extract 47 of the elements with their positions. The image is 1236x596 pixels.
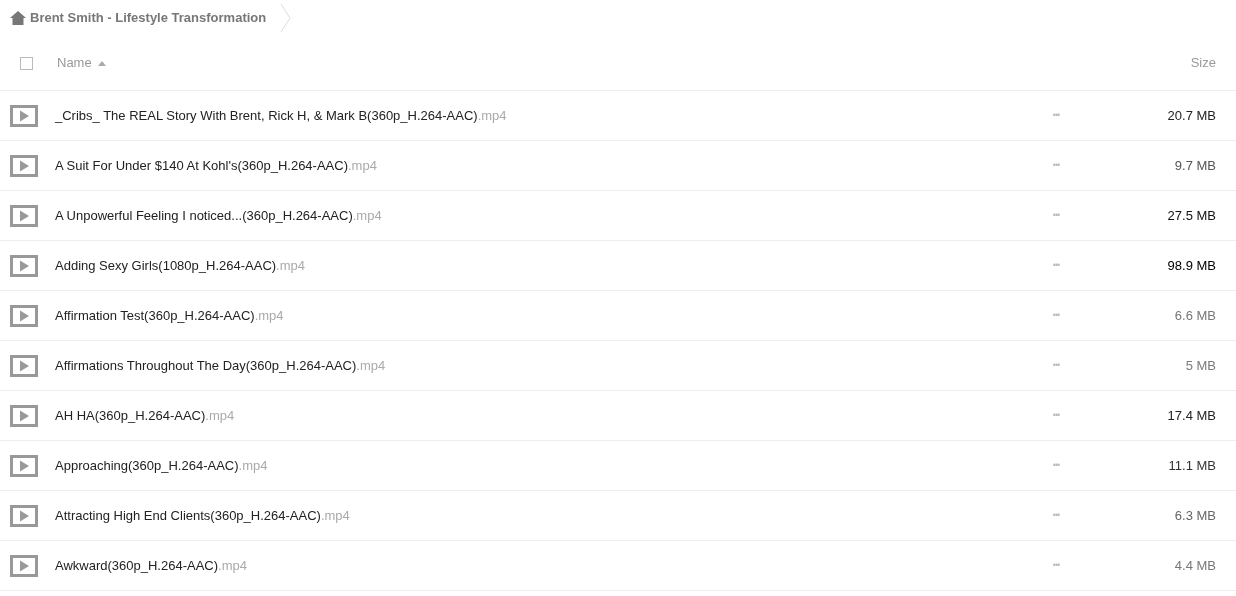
file-size: 98.9 MB [1166, 256, 1217, 275]
file-size: 6.3 MB [1173, 506, 1217, 525]
chevron-icon [280, 3, 293, 33]
video-file-icon [10, 104, 38, 127]
file-name[interactable]: Awkward(360p_H.264-AAC).mp4 [55, 555, 247, 576]
select-all-checkbox[interactable] [20, 56, 33, 70]
video-file-icon [10, 304, 38, 327]
file-name[interactable]: A Unpowerful Feeling I noticed...(360p_H.264-AAC).mp4 [55, 205, 382, 226]
more-actions-button[interactable]: ••• [996, 208, 1116, 223]
file-size: 17.4 MB [1166, 406, 1217, 425]
breadcrumb-link[interactable]: Brent Smith - Lifestyle Transformation [30, 8, 267, 28]
more-actions-button[interactable]: ••• [996, 408, 1116, 423]
file-size: 4.4 MB [1173, 556, 1217, 575]
name-column-header[interactable]: Name [57, 53, 92, 73]
video-file-icon [10, 154, 38, 177]
more-actions-button[interactable]: ••• [996, 158, 1116, 173]
more-actions-button[interactable]: ••• [996, 308, 1116, 323]
more-actions-button[interactable]: ••• [996, 258, 1116, 273]
video-file-icon [10, 254, 38, 277]
video-file-icon [10, 354, 38, 377]
more-actions-button[interactable]: ••• [996, 558, 1116, 573]
file-name[interactable]: A Suit For Under $140 At Kohl's(360p_H.264-AAC).mp4 [55, 155, 377, 176]
file-name[interactable]: AH HA(360p_H.264-AAC).mp4 [55, 405, 235, 426]
file-name[interactable]: Attracting High End Clients(360p_H.264-AAC).mp4 [55, 505, 350, 526]
file-size: 11.1 MB [1167, 456, 1217, 475]
file-name[interactable]: Affirmation Test(360p_H.264-AAC).mp4 [55, 305, 284, 326]
more-actions-button[interactable]: ••• [996, 358, 1116, 373]
file-size: 6.6 MB [1173, 306, 1217, 325]
home-icon[interactable] [10, 11, 26, 25]
video-file-icon [10, 404, 38, 427]
video-file-icon [10, 554, 38, 577]
file-name[interactable]: Approaching(360p_H.264-AAC).mp4 [55, 455, 268, 476]
file-size: 27.5 MB [1166, 206, 1217, 225]
more-actions-button[interactable]: ••• [996, 458, 1116, 473]
file-name[interactable]: _Cribs_ The REAL Story With Brent, Rick H, & Mark B(360p_H.264-AAC).mp4 [55, 105, 507, 126]
file-size: 9.7 MB [1173, 156, 1217, 175]
file-name[interactable]: Affirmations Throughout The Day(360p_H.264-AAC).mp4 [55, 355, 386, 376]
video-file-icon [10, 454, 38, 477]
file-size: 20.7 MB [1166, 106, 1217, 125]
sort-arrow-icon[interactable] [97, 60, 106, 66]
more-actions-button[interactable]: ••• [996, 108, 1116, 123]
video-file-icon [10, 504, 38, 527]
file-name[interactable]: Adding Sexy Girls(1080p_H.264-AAC).mp4 [55, 255, 305, 276]
file-size: 5 MB [1184, 356, 1217, 375]
more-actions-button[interactable]: ••• [996, 508, 1116, 523]
video-file-icon [10, 204, 38, 227]
size-column-header[interactable]: Size [1190, 53, 1236, 73]
